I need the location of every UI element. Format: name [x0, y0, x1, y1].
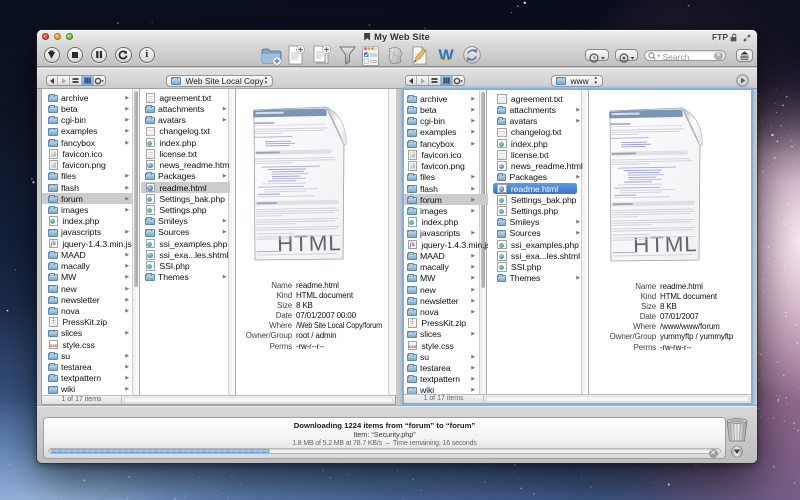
svg-text:HTML: HTML: [277, 230, 342, 256]
svg-text:HTML: HTML: [633, 231, 698, 257]
svg-text:W: W: [438, 48, 454, 65]
